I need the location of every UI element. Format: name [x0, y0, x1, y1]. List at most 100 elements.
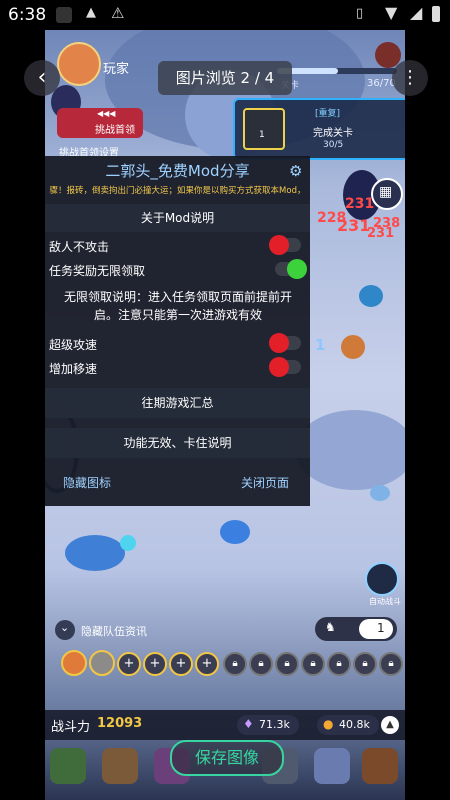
speed-badge: 1	[359, 619, 393, 639]
nav-bag-icon[interactable]	[362, 748, 398, 784]
add-slot-button[interactable]: +	[143, 652, 167, 676]
option-row[interactable]: 敌人不攻击	[45, 232, 310, 258]
lock-icon: 🔒︎	[353, 652, 377, 676]
mod-menu-title: 二郭头_免费Mod分享	[105, 162, 250, 180]
gem-icon: ♦	[243, 717, 254, 731]
player-avatar[interactable]	[57, 42, 101, 86]
character-sprite	[359, 285, 383, 307]
arrow-icon: ◀◀◀	[97, 109, 116, 118]
gem-value: 71.3k	[259, 718, 290, 731]
chevron-down-icon: ⌄	[60, 621, 70, 634]
unlimited-note: 无限领取说明：进入任务领取页面前提前开启。注意只能第一次进游戏有效	[63, 290, 292, 322]
quest-panel[interactable]: 1 [重复] 完成关卡 30/5	[233, 98, 405, 160]
coin-value: 40.8k	[339, 718, 370, 731]
option-label: 敌人不攻击	[49, 240, 110, 254]
lock-icon: 🔒︎	[327, 652, 351, 676]
toggle-switch[interactable]	[269, 333, 301, 353]
quest-progress: 30/5	[323, 140, 344, 150]
vibrate-icon: ▯	[356, 6, 364, 21]
damage-number: 231	[345, 196, 375, 212]
power-value: 12093	[97, 716, 143, 731]
close-page-button[interactable]: 关闭页面	[241, 474, 289, 491]
quest-title: 完成关卡	[313, 128, 353, 139]
quest-item-count: 1	[259, 130, 265, 140]
warning-icon: ⚠	[111, 4, 125, 22]
player-name: 玩家	[103, 62, 130, 77]
hide-icon-button[interactable]: 隐藏图标	[63, 474, 111, 491]
invalid-help-button[interactable]: 功能无效、卡住说明	[45, 428, 310, 458]
speed-control[interactable]: ♞ 1	[315, 617, 397, 641]
status-bar: 6:38 ▲ ⚠ ▯ ▼ ◢	[0, 0, 450, 30]
nav-wing-icon[interactable]	[314, 748, 350, 784]
lock-icon: 🔒︎	[275, 652, 299, 676]
lock-icon: 🔒︎	[249, 652, 273, 676]
nav-cards-icon[interactable]	[50, 748, 86, 784]
grid-menu-button[interactable]: ▦	[371, 178, 403, 210]
crystal-item	[370, 485, 390, 501]
challenge-boss-label: 挑战首领	[95, 125, 135, 136]
toggle-switch[interactable]	[269, 235, 301, 255]
toggle-knob	[269, 333, 289, 353]
toggle-knob	[269, 235, 289, 255]
toggle-switch[interactable]	[269, 357, 301, 377]
option-label: 超级攻速	[49, 338, 98, 352]
save-image-button[interactable]: 保存图像	[170, 740, 284, 776]
speed-value: 1	[377, 621, 385, 635]
coin-icon: ●	[323, 717, 334, 731]
hide-team-label: 隐藏队伍资讯	[81, 625, 147, 638]
option-row[interactable]: 超级攻速	[45, 330, 310, 356]
lock-icon: 🔒︎	[301, 652, 325, 676]
mod-menu-marquee: 骤！报砖，倒卖拘出门必撞大运；如果你是以购买方式获取本Mod，	[49, 186, 306, 196]
water-pool	[65, 535, 125, 571]
status-time: 6:38	[8, 5, 47, 25]
power-label: 战斗力	[51, 720, 91, 735]
hide-team-toggle[interactable]: ⌄	[55, 620, 75, 640]
challenge-boss-button[interactable]: ◀◀◀ 挑战首领	[57, 108, 143, 138]
damage-number: 231	[367, 226, 395, 241]
toggle-knob	[269, 357, 289, 377]
more-options-button[interactable]: ⋮	[392, 60, 428, 96]
crystal-item	[220, 520, 250, 544]
lock-icon: 🔒︎	[223, 652, 247, 676]
stage-progress-bar	[277, 68, 397, 74]
quest-item-slot: 1	[243, 108, 285, 150]
viewer-title: 图片浏览 2 / 4	[158, 61, 292, 95]
party-member-slot[interactable]	[89, 650, 115, 676]
option-row[interactable]: 增加移速	[45, 354, 310, 380]
damage-number: 231	[337, 216, 371, 235]
nav-hat-icon[interactable]	[102, 748, 138, 784]
expand-icon[interactable]: ▲	[381, 716, 399, 734]
hit-number: 1	[315, 336, 326, 354]
a-notification-icon: ▲	[86, 5, 96, 20]
mod-menu-panel: 二郭头_免费Mod分享 ⚙ 骤！报砖，倒卖拘出门必撞大运；如果你是以购买方式获取…	[45, 156, 310, 506]
terrain-patch	[295, 410, 405, 490]
power-bar: 战斗力 12093 ♦ 71.3k ● 40.8k ▲	[45, 710, 405, 740]
signal-icon: ◢	[410, 3, 423, 22]
add-slot-button[interactable]: +	[117, 652, 141, 676]
gem-drop	[120, 535, 136, 551]
battery-icon	[432, 6, 440, 22]
auto-battle-label: 自动战斗	[369, 597, 401, 606]
toggle-knob	[287, 259, 307, 279]
option-row[interactable]: 任务奖励无限领取	[45, 256, 310, 282]
party-member-slot[interactable]	[61, 650, 87, 676]
add-slot-button[interactable]: +	[169, 652, 193, 676]
past-games-button[interactable]: 往期游戏汇总	[45, 388, 310, 418]
rabbit-icon: ♞	[325, 620, 336, 634]
app-notification-icon	[56, 7, 72, 23]
lock-icon: 🔒︎	[379, 652, 403, 676]
gem-counter[interactable]: ♦ 71.3k	[237, 715, 299, 735]
gear-icon[interactable]: ⚙	[289, 162, 302, 180]
grid-icon: ▦	[379, 184, 393, 200]
coin-counter[interactable]: ● 40.8k	[317, 715, 379, 735]
auto-battle-button[interactable]	[365, 562, 399, 596]
option-label: 增加移速	[49, 362, 98, 376]
option-label: 任务奖励无限领取	[49, 264, 146, 278]
add-slot-button[interactable]: +	[195, 652, 219, 676]
toggle-switch[interactable]	[275, 259, 307, 279]
about-mod-button[interactable]: 关于Mod说明	[45, 204, 310, 232]
character-sprite	[341, 335, 365, 359]
wifi-icon: ▼	[385, 3, 398, 22]
quest-repeat-tag: [重复]	[315, 109, 341, 119]
back-button[interactable]: ‹	[24, 60, 60, 96]
